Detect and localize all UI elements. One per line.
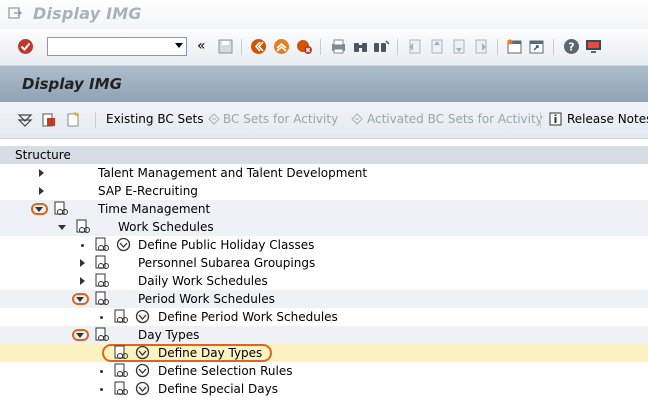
collapse-tree-icon[interactable] xyxy=(41,112,57,128)
chevron-down-icon[interactable] xyxy=(175,43,183,48)
tree-node-label: Work Schedules xyxy=(118,220,214,234)
system-menu-icon[interactable] xyxy=(8,6,22,20)
bc-sets-activity-button[interactable]: BC Sets for Activity xyxy=(223,112,338,126)
tree-node-define-day-types[interactable]: Define Day Types xyxy=(0,344,648,362)
tree-node-label: SAP E-Recruiting xyxy=(98,184,198,198)
tree-node-label: Period Work Schedules xyxy=(138,292,275,306)
release-notes-button[interactable]: Release Notes xyxy=(567,112,648,126)
svg-text:?: ? xyxy=(568,41,574,54)
tree-node-label: Day Types xyxy=(138,328,200,342)
enter-check-icon[interactable] xyxy=(17,38,34,55)
print-icon[interactable] xyxy=(330,38,347,55)
execute-activity-icon[interactable] xyxy=(135,345,150,360)
chevron-right-icon[interactable] xyxy=(39,187,44,195)
tree-node-label: Personnel Subarea Groupings xyxy=(138,256,316,270)
documentation-icon[interactable] xyxy=(95,291,109,306)
documentation-icon[interactable] xyxy=(114,309,128,324)
save-icon[interactable] xyxy=(217,38,234,55)
existing-bc-sets-button[interactable]: Existing BC Sets xyxy=(106,112,204,126)
documentation-icon[interactable] xyxy=(95,273,109,288)
chevron-down-icon[interactable] xyxy=(35,207,43,212)
tree-node-period-work-schedules[interactable]: Period Work Schedules xyxy=(0,290,648,308)
help-icon[interactable]: ? xyxy=(563,38,580,55)
tree-node-define-selection-rules[interactable]: Define Selection Rules xyxy=(0,362,648,380)
find-icon[interactable] xyxy=(352,38,369,55)
chevron-right-icon[interactable] xyxy=(39,169,44,177)
customize-layout-icon[interactable] xyxy=(585,38,602,55)
last-page-icon[interactable] xyxy=(472,38,489,55)
tree-node-talent-management[interactable]: Talent Management and Talent Development xyxy=(0,164,648,182)
chevron-down-icon[interactable] xyxy=(76,333,84,338)
tree-node-work-schedules[interactable]: Work Schedules xyxy=(0,218,648,236)
leaf-bullet xyxy=(100,388,103,391)
window-title-bar: Display IMG xyxy=(0,0,648,29)
tree-node-daily-work-schedules[interactable]: Daily Work Schedules xyxy=(0,272,648,290)
tree-node-label: Talent Management and Talent Development xyxy=(98,166,368,180)
structure-heading: Structure xyxy=(15,148,71,162)
activated-bc-sets-button[interactable]: Activated BC Sets for Activity xyxy=(367,112,543,126)
tree-node-public-holiday-classes[interactable]: Define Public Holiday Classes xyxy=(0,236,648,254)
cancel-icon[interactable] xyxy=(296,38,313,55)
execute-activity-icon[interactable] xyxy=(116,237,131,252)
documentation-icon[interactable] xyxy=(114,363,128,378)
documentation-icon[interactable] xyxy=(54,201,68,216)
tree-node-personnel-subarea-groupings[interactable]: Personnel Subarea Groupings xyxy=(0,254,648,272)
tree-node-label: Time Management xyxy=(98,202,211,216)
command-field[interactable] xyxy=(47,37,187,56)
tree-node-define-period-work-schedules[interactable]: Define Period Work Schedules xyxy=(0,308,648,326)
first-page-icon[interactable] xyxy=(406,38,423,55)
chevron-down-icon[interactable] xyxy=(76,297,84,302)
img-structure-tree: Talent Management and Talent Development… xyxy=(0,164,648,400)
tree-node-label: Define Public Holiday Classes xyxy=(138,238,315,252)
chevron-down-icon[interactable] xyxy=(58,225,66,230)
new-entry-icon[interactable] xyxy=(65,111,81,127)
standard-toolbar: « ? xyxy=(0,29,648,66)
exit-icon[interactable] xyxy=(273,38,290,55)
tree-node-label: Define Selection Rules xyxy=(158,364,293,378)
chevron-right-icon[interactable] xyxy=(80,277,85,285)
leaf-bullet xyxy=(81,244,84,247)
page-title: Display IMG xyxy=(22,75,122,93)
tree-node-label: Define Day Types xyxy=(158,346,263,360)
create-session-icon[interactable] xyxy=(506,38,523,55)
application-toolbar: Existing BC Sets BC Sets for Activity Ac… xyxy=(0,102,648,139)
tree-node-label: Daily Work Schedules xyxy=(138,274,268,288)
bc-sets-activity-icon xyxy=(207,112,221,126)
documentation-icon[interactable] xyxy=(95,327,109,342)
execute-activity-icon[interactable] xyxy=(135,363,150,378)
info-icon xyxy=(549,112,562,126)
screen-header: Display IMG xyxy=(0,66,648,102)
execute-activity-icon[interactable] xyxy=(135,381,150,396)
documentation-icon[interactable] xyxy=(76,219,90,234)
execute-activity-icon[interactable] xyxy=(135,309,150,324)
chevron-right-icon[interactable] xyxy=(80,259,85,267)
documentation-icon[interactable] xyxy=(95,237,109,252)
documentation-icon[interactable] xyxy=(114,381,128,396)
next-page-icon[interactable] xyxy=(450,38,467,55)
tree-node-label: Define Period Work Schedules xyxy=(158,310,338,324)
find-next-icon[interactable] xyxy=(373,38,390,55)
expand-subtree-icon[interactable] xyxy=(17,112,33,128)
tree-node-e-recruiting[interactable]: SAP E-Recruiting xyxy=(0,182,648,200)
leaf-bullet xyxy=(100,370,103,373)
documentation-icon[interactable] xyxy=(95,255,109,270)
tree-node-define-special-days[interactable]: Define Special Days xyxy=(0,380,648,398)
activated-bc-sets-icon xyxy=(350,112,364,126)
documentation-icon[interactable] xyxy=(114,345,128,360)
structure-column-header: Structure xyxy=(0,146,648,165)
shortcut-icon[interactable] xyxy=(528,38,545,55)
leaf-bullet xyxy=(100,316,103,319)
expand-toolbar-icon[interactable]: « xyxy=(197,38,206,54)
tree-node-label: Define Special Days xyxy=(158,382,278,396)
previous-page-icon[interactable] xyxy=(428,38,445,55)
back-icon[interactable] xyxy=(250,38,267,55)
tree-node-time-management[interactable]: Time Management xyxy=(0,200,648,218)
window-title: Display IMG xyxy=(33,4,142,23)
tree-node-day-types[interactable]: Day Types xyxy=(0,326,648,344)
